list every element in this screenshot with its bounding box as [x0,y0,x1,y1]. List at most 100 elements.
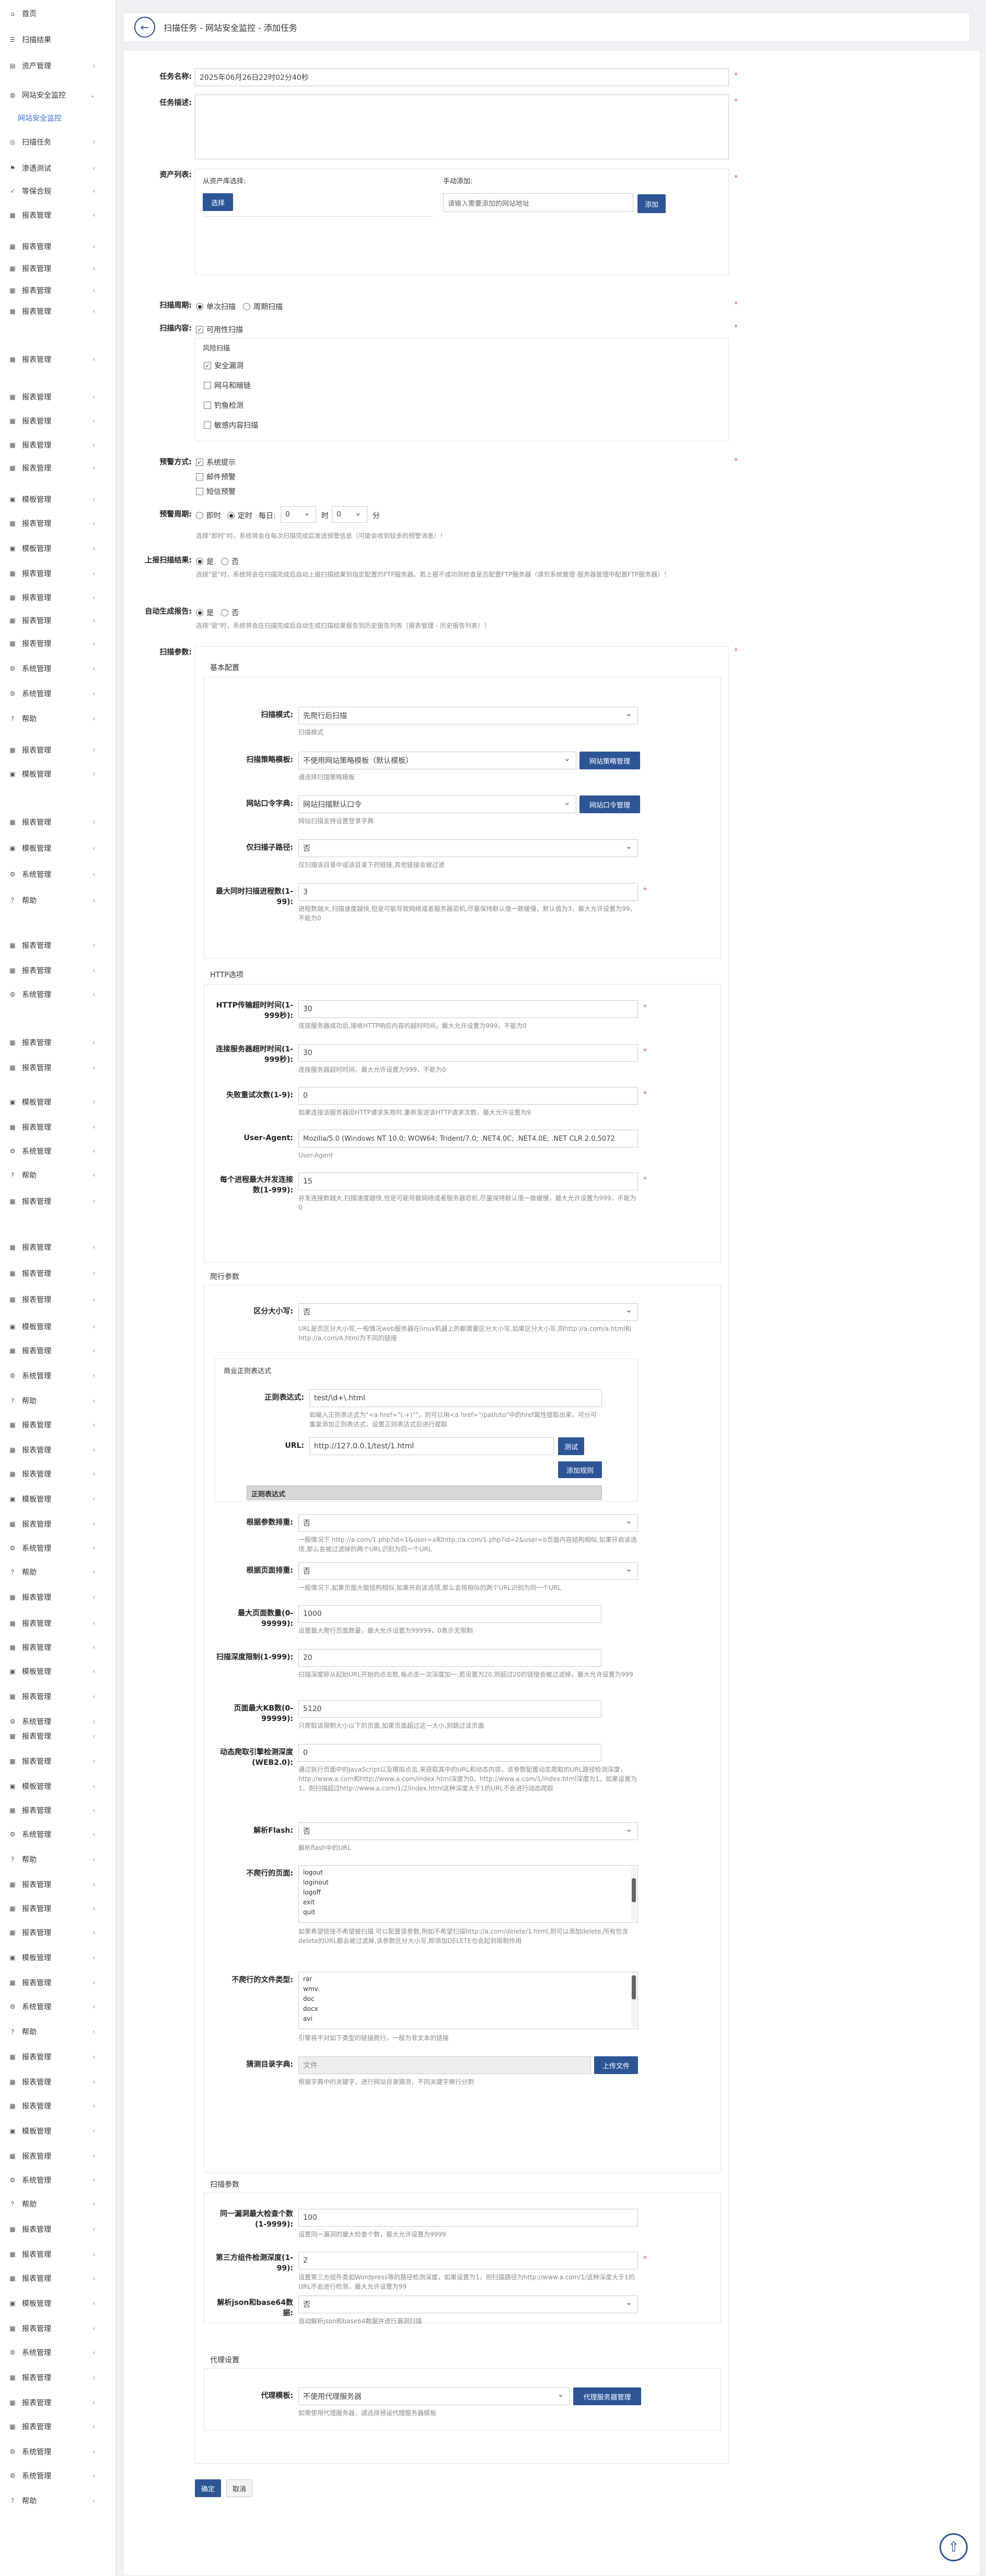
select-button[interactable]: 选择 [203,193,233,211]
case-select[interactable]: 否 [298,1303,638,1321]
sidebar-item[interactable]: ▦ 报表管理 ‹ [0,1901,115,1916]
sidebar-item[interactable]: ▦ 报表管理 ‹ [0,2222,115,2237]
sidebar-item[interactable]: ▣ 模板管理 ‹ [0,1095,115,1109]
sidebar-item[interactable]: ▦ 报表管理 ‹ [0,2271,115,2286]
subdir-select[interactable]: 否 [298,839,638,857]
sidebar-item[interactable]: ▦ 报表管理 ‹ [0,1240,115,1255]
json-select[interactable]: 否 [298,2296,638,2313]
scroll-top-button[interactable]: ⇧ [939,2533,968,2561]
sidebar-item[interactable]: ▦ 报表管理 ‹ [0,461,115,475]
hour-select[interactable]: 0 [281,506,316,523]
regex-input[interactable]: test/\d+\.html [309,1389,602,1407]
sidebar-item[interactable]: ⚙ 系统管理 ‹ [0,686,115,701]
sidebar-item[interactable]: ▣ 模板管理 ‹ [0,1319,115,1334]
cancel-button[interactable]: 取消 [226,2479,252,2497]
sidebar-item[interactable]: ? 帮助 ‹ [0,1168,115,1182]
sidebar-item[interactable]: ▦ 报表管理 ‹ [0,1418,115,1432]
sidebar-item[interactable]: ▦ 报表管理 ‹ [0,2419,115,2434]
sidebar-item[interactable]: ⚙ 系统管理 ‹ [0,2468,115,2483]
auth-manage-button[interactable]: 网站口令管理 [579,795,640,813]
same-type-input[interactable]: 100 [298,2209,638,2227]
sidebar-item[interactable]: ? 帮助 ‹ [0,2197,115,2211]
sidebar-item[interactable]: ▦ 报表管理 ‹ [0,636,115,651]
sidebar-item[interactable]: ▣ 模板管理 ‹ [0,492,115,507]
availability-checkbox[interactable]: ✓ 可用性扫描 [196,324,243,335]
sidebar-item[interactable]: ? 帮助 ‹ [0,893,115,908]
sidebar-item[interactable]: ▦ 报表管理 ‹ [0,1343,115,1358]
sidebar-item[interactable]: ▦ 报表管理 ‹ [0,1616,115,1631]
sidebar-item[interactable]: ▦ 报表管理 ‹ [0,1035,115,1050]
max-pages-input[interactable]: 1000 [298,1605,601,1623]
sidebar-item[interactable]: ▦ 报表管理 ‹ [0,815,115,829]
radio-upload-yes[interactable]: 是 [196,556,214,567]
sidebar-item[interactable]: ▣ 模板管理 ‹ [0,1664,115,1679]
manual-add-input[interactable]: 请输入需要添加的网站地址 [443,193,633,212]
flash-select[interactable]: 否 [298,1822,638,1840]
max-process-input[interactable]: 3 [298,883,638,901]
sidebar-item[interactable]: ▦ 报表管理 ‹ [0,2395,115,2410]
conn-timeout-input[interactable]: 30 [298,1044,638,1062]
risk-item-checkbox[interactable]: 网马和暗链 [204,380,251,391]
sidebar-item[interactable]: ▦ 报表管理 ‹ [0,1689,115,1704]
sidebar-item[interactable]: ▦ 报表管理 ‹ [0,283,115,298]
sidebar-item[interactable]: ☰ 扫描结果 [0,32,115,47]
http-timeout-input[interactable]: 30 [298,1000,638,1018]
sidebar-item[interactable]: ▦ 报表管理 ‹ [0,438,115,452]
sidebar-item[interactable]: ▦ 报表管理 ‹ [0,1754,115,1769]
auth-select[interactable]: 网站扫描默认口令 [298,795,576,813]
sidebar-item[interactable]: ▦ 报表管理 ‹ [0,208,115,223]
policy-select[interactable]: 不使用网站策略模板（默认模板） [298,752,576,769]
sidebar-item[interactable]: ▦ 报表管理 ‹ [0,743,115,757]
sidebar-item[interactable]: ▦ 报表管理 ‹ [0,566,115,581]
add-rule-button[interactable]: 添加规则 [558,1461,602,1478]
sidebar-item[interactable]: ▦ 报表管理 ‹ [0,963,115,978]
sidebar-item[interactable]: ▦ 报表管理 ‹ [0,1060,115,1075]
sidebar-item[interactable]: ⚙ 系统管理 ‹ [0,1541,115,1555]
sidebar-item[interactable]: ▦ 报表管理 ‹ [0,2370,115,2385]
sidebar-item[interactable]: ▦ 报表管理 ‹ [0,2149,115,2163]
sidebar-item[interactable]: ⌂ 首页 [0,6,115,21]
dict-file-input[interactable]: 文件 [298,2056,591,2074]
upload-file-button[interactable]: 上传文件 [594,2056,638,2074]
sidebar-item[interactable]: ▦ 报表管理 ‹ [0,1803,115,1818]
sidebar-item[interactable]: ▦ 报表管理 ‹ [0,2247,115,2262]
sidebar-item[interactable]: ▦ 报表管理 ‹ [0,414,115,428]
sidebar-item[interactable]: ▦ 报表管理 ‹ [0,1925,115,1940]
sidebar-item[interactable]: ▦ 报表管理 ‹ [0,1729,115,1743]
scrollbar[interactable] [631,1973,636,2028]
page-filter-select[interactable]: 否 [298,1562,638,1580]
sidebar-item[interactable]: ? 帮助 ‹ [0,2493,115,2508]
dynamic-input[interactable]: 0 [298,1744,601,1762]
add-button[interactable]: 添加 [637,194,666,213]
sidebar-item[interactable]: ▣ 模板管理 ‹ [0,841,115,856]
sidebar-item[interactable]: ⚙ 系统管理 ‹ [0,2444,115,2459]
sidebar-item[interactable]: ? 帮助 ‹ [0,1565,115,1579]
sidebar-item[interactable]: ▦ 报表管理 ‹ [0,304,115,319]
confirm-button[interactable]: 确定 [195,2479,221,2497]
sidebar-item[interactable]: ◎ 扫描任务 ‹ [0,135,115,149]
sidebar-item[interactable]: ▣ 模板管理 ‹ [0,767,115,781]
sidebar-item[interactable]: ▦ 报表管理 ‹ [0,1975,115,1990]
sidebar-item[interactable]: ▦ 报表管理 ‹ [0,1266,115,1281]
nofile-textarea[interactable]: rar wmv doc docx avi [298,1972,638,2029]
back-button[interactable]: ← [134,17,155,38]
sidebar-item[interactable]: ⚙ 系统管理 ‹ [0,1827,115,1842]
radio-upload-no[interactable]: 否 [221,556,239,567]
sidebar-item[interactable]: ▦ 报表管理 ‹ [0,1292,115,1307]
sidebar-item[interactable]: ▦ 报表管理 ‹ [0,2050,115,2064]
sidebar-item[interactable]: ⚙ 系统管理 ‹ [0,1999,115,2014]
sidebar-item[interactable]: ▦ 报表管理 ‹ [0,2099,115,2113]
sidebar-item[interactable]: ? 帮助 ‹ [0,711,115,726]
sidebar-item[interactable]: ▦ 报表管理 ‹ [0,2075,115,2089]
sidebar-item[interactable]: ▦ 报表管理 ‹ [0,261,115,276]
sidebar-item[interactable]: ▦ 报表管理 ‹ [0,613,115,628]
sidebar-item[interactable]: ? 帮助 ‹ [0,1852,115,1867]
sidebar-item[interactable]: ▣ 模板管理 ‹ [0,541,115,556]
proxy-manage-button[interactable]: 代理服务器管理 [573,2387,641,2405]
radio-scheduled[interactable]: 定时 [227,510,252,521]
sidebar-item[interactable]: 网站安全监控 [0,111,115,125]
scrollbar[interactable] [631,1867,636,1921]
radio-periodic-scan[interactable]: 周期扫描 [243,301,283,312]
test-button[interactable]: 测试 [558,1437,584,1455]
sidebar-item[interactable]: ▦ 报表管理 ‹ [0,938,115,953]
